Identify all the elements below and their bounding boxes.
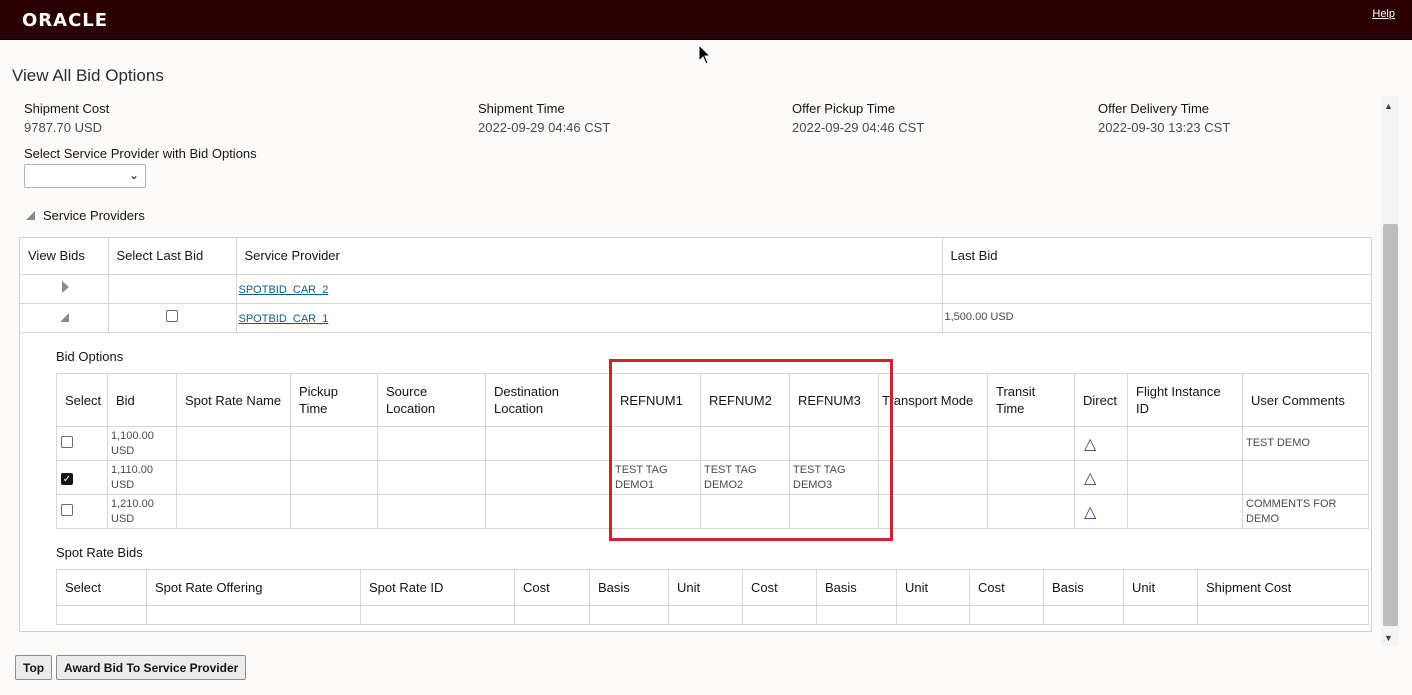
bid-value: 1,210.00 USD <box>107 494 177 529</box>
direct-triangle-icon: △ <box>1084 503 1097 521</box>
col-spot-rate-offering: Spot Rate Offering <box>146 569 361 606</box>
offer-pickup-time-label: Offer Pickup Time <box>792 101 896 116</box>
refnum1-value <box>611 494 701 529</box>
refnum2-value <box>700 426 790 461</box>
col-service-provider: Service Provider <box>236 238 943 275</box>
col-basis: Basis <box>816 569 897 606</box>
top-button[interactable]: Top <box>15 655 53 680</box>
bid-value: 1,100.00 USD <box>107 426 177 461</box>
bid-options-title: Bid Options <box>56 349 124 364</box>
select-provider-label: Select Service Provider with Bid Options <box>24 146 257 161</box>
shipment-cost-label: Shipment Cost <box>24 101 110 116</box>
spot-rate-bids-table: Select Spot Rate Offering Spot Rate ID C… <box>56 569 1369 625</box>
offer-delivery-time-value: 2022-09-30 13:23 CST <box>1098 120 1231 135</box>
col-basis: Basis <box>589 569 669 606</box>
col-transit-time: Transit Time <box>987 373 1075 427</box>
col-user-comments: User Comments <box>1242 373 1369 427</box>
direct-triangle-icon: △ <box>1084 435 1097 453</box>
col-select-last-bid: Select Last Bid <box>108 238 237 275</box>
scroll-down-arrow-icon[interactable]: ▼ <box>1384 633 1393 643</box>
col-spot-rate-id: Spot Rate ID <box>360 569 515 606</box>
col-refnum3: REFNUM3 <box>789 373 879 427</box>
page-title: View All Bid Options <box>12 66 164 85</box>
expand-triangle-icon[interactable] <box>62 281 69 293</box>
service-providers-table: View Bids Select Last Bid Service Provid… <box>20 238 1372 333</box>
scrollbar-thumb[interactable] <box>1383 224 1398 626</box>
offer-delivery-time-label: Offer Delivery Time <box>1098 101 1210 116</box>
col-cost: Cost <box>742 569 817 606</box>
col-unit: Unit <box>668 569 743 606</box>
award-bid-button[interactable]: Award Bid To Service Provider <box>56 655 247 680</box>
select-bid-checkbox[interactable] <box>61 436 73 448</box>
shipment-time-value: 2022-09-29 04:46 CST <box>478 120 611 135</box>
mouse-cursor-icon <box>698 44 712 65</box>
oracle-logo: ORACLE <box>22 10 109 31</box>
refnum2-value: TEST TAG DEMO2 <box>700 460 790 495</box>
collapse-triangle-icon[interactable] <box>60 313 69 322</box>
col-bid: Bid <box>107 373 177 427</box>
last-bid-value <box>942 274 1372 304</box>
offer-pickup-time-value: 2022-09-29 04:46 CST <box>792 120 925 135</box>
col-source-location: Source Location <box>377 373 486 427</box>
refnum3-value <box>789 494 879 529</box>
shipment-cost-value: 9787.70 USD <box>24 120 103 135</box>
spot-rate-bids-title: Spot Rate Bids <box>56 545 143 560</box>
col-destination-location: Destination Location <box>485 373 612 427</box>
col-shipment-cost: Shipment Cost <box>1197 569 1369 606</box>
table-row: 1,210.00 USD △ COMMENTS FOR DEMO <box>56 494 1369 529</box>
provider-link[interactable]: SPOTBID_CAR_2 <box>237 284 329 296</box>
col-select: Select <box>56 569 147 606</box>
col-view-bids: View Bids <box>20 238 109 275</box>
col-spot-rate-name: Spot Rate Name <box>176 373 291 427</box>
help-link[interactable]: Help <box>1372 8 1395 20</box>
col-select: Select <box>56 373 108 427</box>
scroll-up-arrow-icon[interactable]: ▲ <box>1384 101 1393 111</box>
shipment-time-label: Shipment Time <box>478 101 565 116</box>
refnum1-value: TEST TAG DEMO1 <box>611 460 701 495</box>
col-transport-mode: Transport Mode <box>878 373 988 427</box>
refnum1-value <box>611 426 701 461</box>
last-bid-value: 1,500.00 USD <box>942 303 1372 333</box>
table-row: SPOTBID_CAR_1 1,500.00 USD <box>20 303 1372 333</box>
col-pickup-time: Pickup Time <box>290 373 378 427</box>
table-row <box>56 605 1369 625</box>
col-refnum1: REFNUM1 <box>611 373 701 427</box>
col-cost: Cost <box>514 569 590 606</box>
col-unit: Unit <box>1123 569 1198 606</box>
service-providers-header[interactable]: Service Providers <box>26 208 145 223</box>
user-comments-value: COMMENTS FOR DEMO <box>1242 494 1369 529</box>
refnum3-value <box>789 426 879 461</box>
col-flight-instance-id: Flight Instance ID <box>1127 373 1243 427</box>
chevron-down-icon: ⌄ <box>128 168 139 182</box>
select-bid-checkbox[interactable]: ✓ <box>61 473 73 485</box>
top-bar: ORACLE Help <box>0 0 1412 40</box>
col-basis: Basis <box>1043 569 1124 606</box>
user-comments-value <box>1242 460 1369 495</box>
col-last-bid: Last Bid <box>942 238 1372 275</box>
select-provider-dropdown[interactable]: ⌄ <box>24 164 146 188</box>
select-bid-checkbox[interactable] <box>61 504 73 516</box>
collapse-triangle-icon <box>26 211 35 220</box>
col-direct: Direct <box>1074 373 1128 427</box>
select-last-bid-checkbox[interactable] <box>165 310 178 322</box>
table-row: SPOTBID_CAR_2 <box>20 274 1372 304</box>
bid-options-table: Select Bid Spot Rate Name Pickup Time So… <box>56 373 1369 529</box>
col-unit: Unit <box>896 569 970 606</box>
refnum3-value: TEST TAG DEMO3 <box>789 460 879 495</box>
provider-link[interactable]: SPOTBID_CAR_1 <box>237 313 329 325</box>
table-row: ✓ 1,110.00 USD TEST TAG DEMO1 TEST TAG D… <box>56 460 1369 495</box>
refnum2-value <box>700 494 790 529</box>
bid-value: 1,110.00 USD <box>107 460 177 495</box>
table-row: 1,100.00 USD △ TEST DEMO <box>56 426 1369 461</box>
col-cost: Cost <box>969 569 1044 606</box>
user-comments-value: TEST DEMO <box>1242 426 1369 461</box>
col-refnum2: REFNUM2 <box>700 373 790 427</box>
direct-triangle-icon: △ <box>1084 469 1097 487</box>
